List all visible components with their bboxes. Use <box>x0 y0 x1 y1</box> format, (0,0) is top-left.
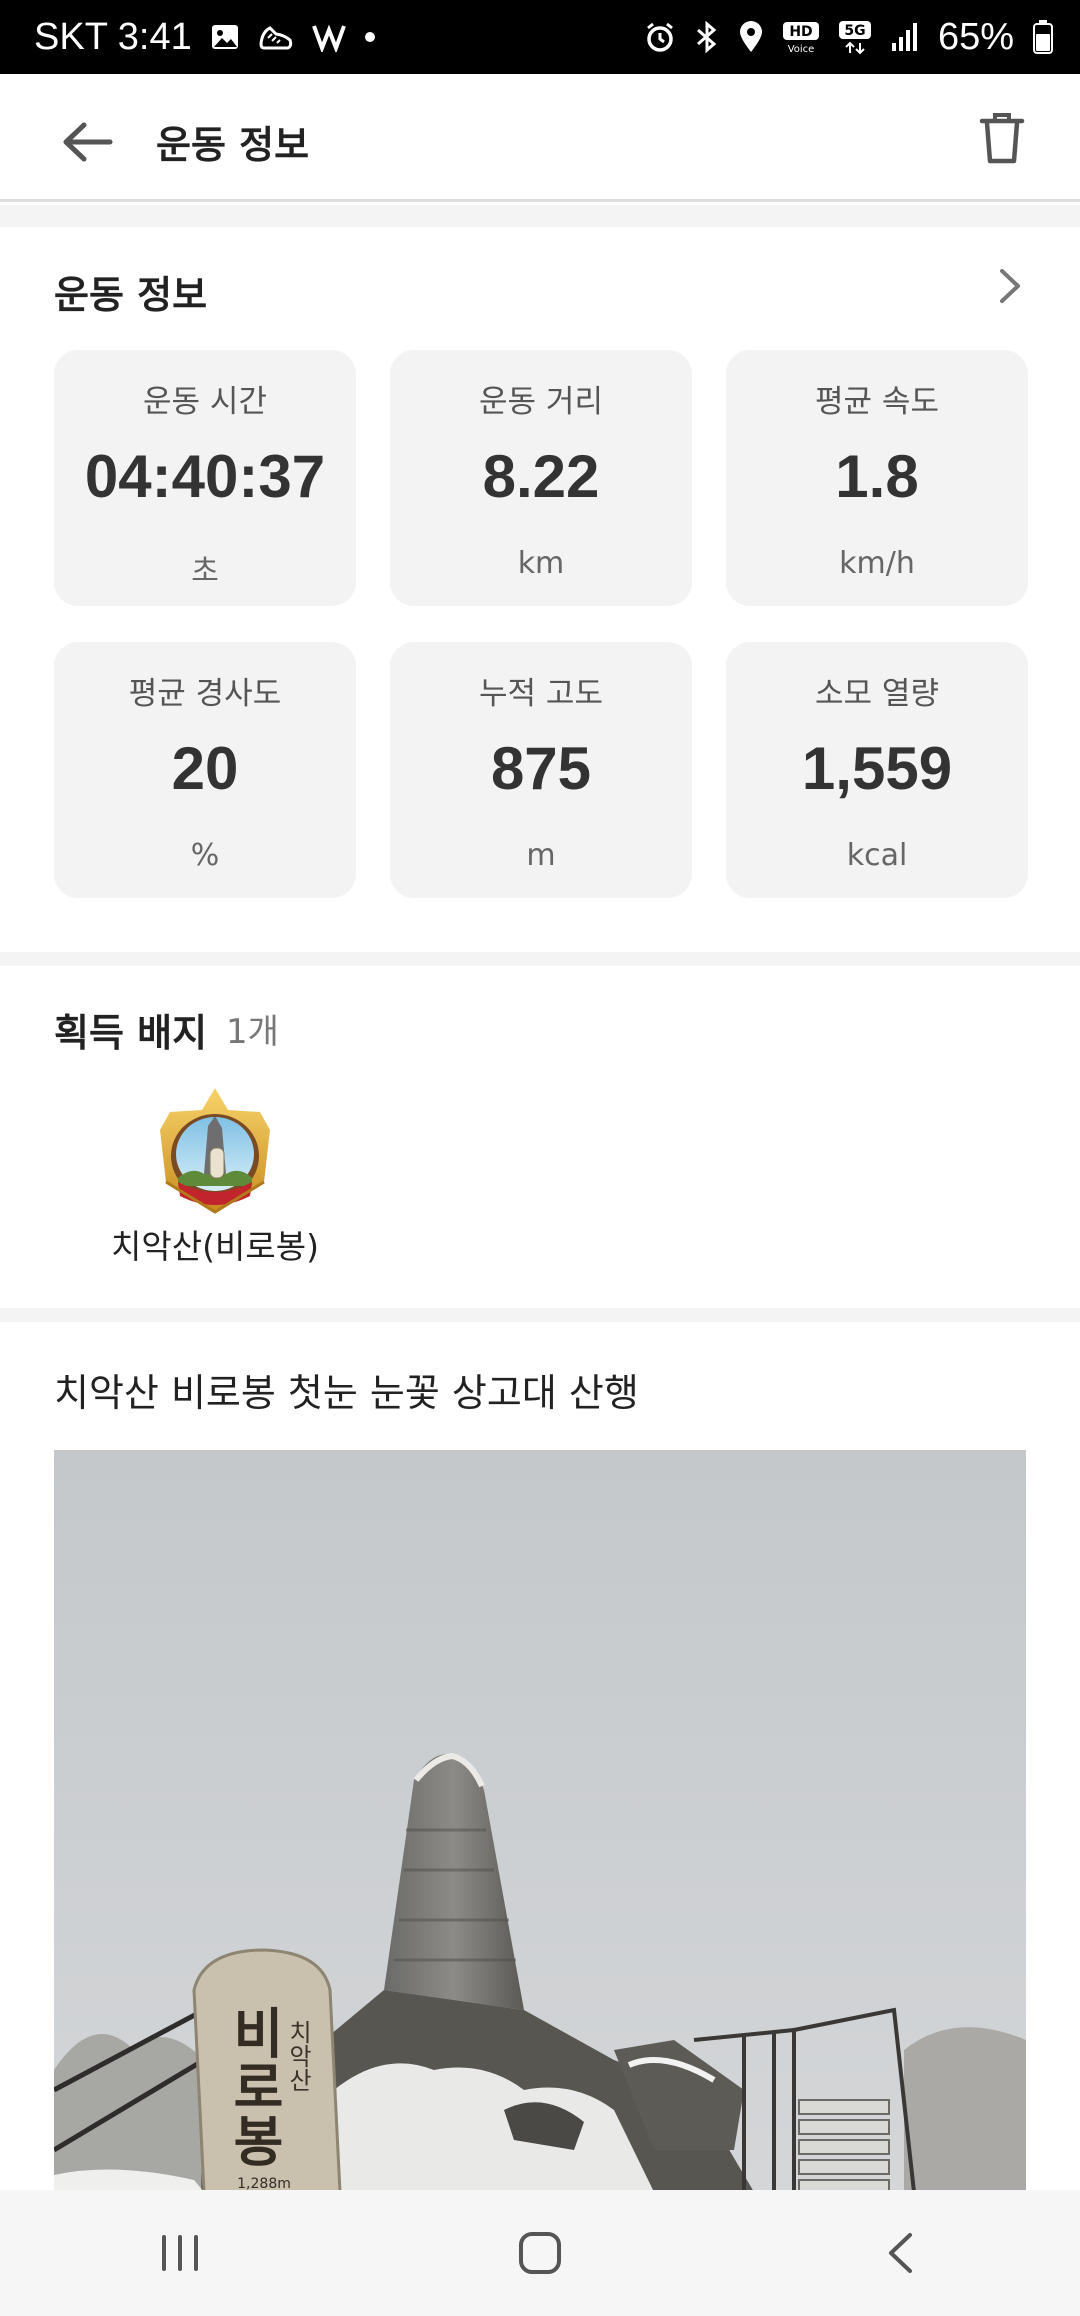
stat-label: 누적 고도 <box>479 676 603 712</box>
back-button[interactable] <box>56 114 120 170</box>
5g-icon: 5G <box>838 19 872 55</box>
shoe-icon <box>258 22 294 52</box>
alarm-icon <box>644 21 676 53</box>
post-title: 치악산 비로봉 첫눈 눈꽃 상고대 산행 <box>54 1371 639 1415</box>
marker-large-text: 비로봉 <box>222 2005 286 2167</box>
signal-icon <box>890 21 920 53</box>
svg-text:HD: HD <box>789 24 812 40</box>
stat-unit: m <box>526 838 556 873</box>
marker-small-text: 치악산 <box>284 2020 312 2092</box>
badge-emblem[interactable] <box>152 1086 278 1216</box>
page-title: 운동 정보 <box>156 123 310 167</box>
stat-card-speed: 평균 속도 1.8 km/h <box>726 350 1028 606</box>
summit-photo-illustration: 치악산 비로봉 1,288m <box>54 1450 1026 2192</box>
status-left: SKT 3:41 <box>34 16 376 59</box>
home-icon <box>519 2232 561 2274</box>
stat-label: 소모 열량 <box>815 676 939 712</box>
badge-name[interactable]: 치악산(비로봉) <box>40 1220 390 1268</box>
gallery-icon <box>210 22 240 52</box>
system-nav-bar <box>0 2190 1080 2316</box>
workout-detail-link[interactable] <box>990 266 1030 306</box>
home-button[interactable] <box>480 2213 600 2293</box>
stat-value: 8.22 <box>482 443 600 510</box>
app-icon <box>311 22 346 52</box>
bluetooth-icon <box>694 20 720 54</box>
arrow-left-icon <box>63 122 113 162</box>
delete-button[interactable] <box>970 106 1034 170</box>
stat-value: 1.8 <box>835 443 919 510</box>
stat-unit: km <box>517 546 565 581</box>
nav-back-button[interactable] <box>840 2213 960 2293</box>
stat-label: 평균 경사도 <box>128 676 282 712</box>
hd-voice-icon: HD Voice <box>782 20 820 54</box>
chevron-right-icon <box>1000 269 1020 303</box>
svg-text:Voice: Voice <box>788 44 815 54</box>
status-bar: SKT 3:41 HD Voice 5G 65% <box>0 0 1080 74</box>
badges-section-title: 획득 배지 <box>54 1011 208 1055</box>
stat-card-slope: 평균 경사도 20 % <box>54 642 356 898</box>
app-header: 운동 정보 <box>0 74 1080 202</box>
section-divider <box>0 205 1080 227</box>
stat-label: 운동 거리 <box>479 384 603 420</box>
stat-unit: 초 <box>191 554 219 589</box>
stat-card-elevation: 누적 고도 875 m <box>390 642 692 898</box>
stat-value: 875 <box>490 735 592 802</box>
mountain-badge-icon <box>160 1088 270 1214</box>
stat-value: 1,559 <box>801 735 953 802</box>
battery-percent: 65% <box>937 15 1014 58</box>
stat-card-calories: 소모 열량 1,559 kcal <box>726 642 1028 898</box>
svg-text:5G: 5G <box>844 23 865 39</box>
post-photo[interactable]: 치악산 비로봉 1,288m <box>54 1450 1026 2192</box>
workout-section-title: 운동 정보 <box>54 273 208 317</box>
stat-unit: kcal <box>846 838 908 873</box>
stat-card-time: 운동 시간 04:40:37 초 <box>54 350 356 606</box>
status-right: HD Voice 5G 65% <box>644 16 1054 59</box>
battery-icon <box>1032 19 1054 55</box>
section-divider <box>0 952 1080 966</box>
stat-unit: km/h <box>839 546 915 581</box>
stat-card-distance: 운동 거리 8.22 km <box>390 350 692 606</box>
stat-value: 04:40:37 <box>84 443 326 510</box>
badge-count: 1개 <box>226 1012 279 1052</box>
section-divider <box>0 1308 1080 1322</box>
trash-icon <box>979 113 1025 164</box>
status-time: SKT 3:41 <box>34 15 192 58</box>
stat-unit: % <box>190 838 220 873</box>
stat-label: 운동 시간 <box>143 384 267 420</box>
back-icon <box>889 2233 912 2273</box>
recent-apps-icon <box>162 2235 198 2271</box>
stat-value: 20 <box>171 735 239 802</box>
recent-apps-button[interactable] <box>120 2213 240 2293</box>
stat-label: 평균 속도 <box>815 384 939 420</box>
location-icon <box>738 20 764 54</box>
dot-icon <box>364 31 376 43</box>
